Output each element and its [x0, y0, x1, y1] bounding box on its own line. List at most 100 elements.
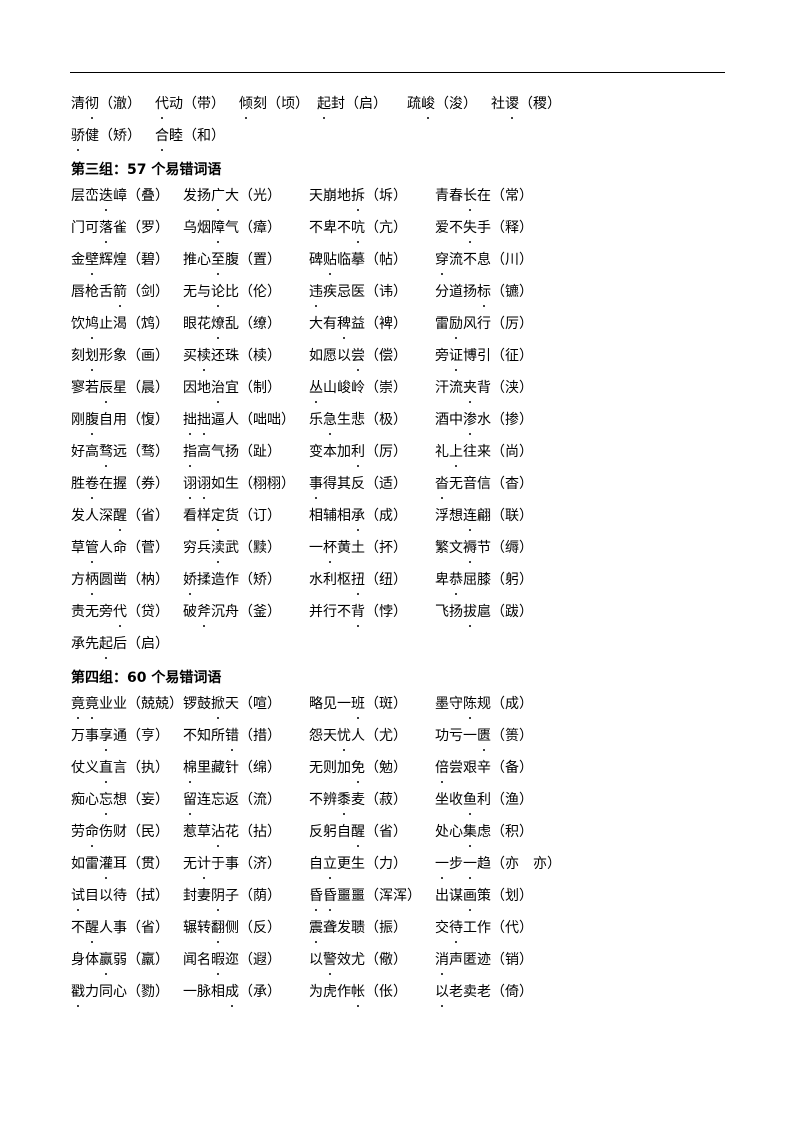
correction: （联） — [491, 508, 533, 524]
wrong-character: 代 — [113, 600, 127, 627]
correction: （尤） — [365, 728, 407, 744]
header-rule — [70, 72, 725, 73]
character: 知 — [197, 728, 211, 744]
word-entry: 乐急生悲（极） — [309, 408, 407, 435]
character: 武 — [225, 540, 239, 556]
correction: （骛） — [127, 444, 169, 460]
correction: （济） — [239, 856, 281, 872]
word: 清彻 — [71, 96, 99, 119]
word-entry: 无计于事（济） — [183, 852, 281, 879]
character: 见 — [323, 696, 337, 712]
word-entry: 一杯黄土（抔） — [309, 536, 407, 563]
character: 草 — [71, 540, 85, 556]
character: 止 — [99, 316, 113, 332]
character: 一 — [183, 984, 197, 1000]
character: 转 — [197, 920, 211, 936]
word: 如愿以尝 — [309, 348, 365, 371]
character: 崩 — [323, 188, 337, 204]
character: 远 — [113, 444, 127, 460]
character: 碑 — [309, 252, 323, 268]
entry-row: 身体赢弱（羸） 闻名暇迩（遐） 以警效尤（儆） 消声匿迹（销） — [71, 948, 731, 980]
continued-entries: 清彻（澈） 代动（带） 倾刻（顷） 起封（启） 疏峻（浚） 社谡（稷） 骄健（矫） 合睦（和） — [71, 92, 731, 156]
wrong-character: 稗 — [337, 312, 351, 339]
correction: （省） — [127, 508, 169, 524]
correction: （伦） — [239, 284, 281, 300]
wrong-character: 迭 — [99, 184, 113, 211]
wrong-character: 娇 — [183, 568, 197, 595]
character: 于 — [211, 856, 225, 872]
character: 高 — [197, 444, 211, 460]
character: 本 — [323, 444, 337, 460]
character: 繁 — [435, 540, 449, 556]
word: 碑贴临摹 — [309, 252, 365, 275]
word: 破斧沉舟 — [183, 604, 239, 627]
character: 腹 — [225, 252, 239, 268]
wrong-character: 上 — [449, 440, 463, 467]
word: 戳力同心 — [71, 984, 127, 1007]
character: 同 — [99, 984, 113, 1000]
wrong-character: 竟 — [71, 692, 85, 719]
word: 沓无音信 — [435, 476, 491, 499]
character: 得 — [323, 476, 337, 492]
word-entry: 闻名暇迩（遐） — [183, 948, 281, 975]
correction: （矫） — [99, 128, 141, 144]
correction: （枘） — [127, 572, 169, 588]
correction: （缭） — [239, 316, 281, 332]
character: 并 — [309, 604, 323, 620]
character: 以 — [337, 348, 351, 364]
group-heading: 第三组：57 个易错词语 — [71, 162, 222, 178]
correction: （渔） — [491, 792, 533, 808]
character: 悲 — [351, 412, 365, 428]
wrong-character: 急 — [323, 408, 337, 435]
word: 层峦迭嶂 — [71, 188, 127, 211]
word: 青春长在 — [435, 188, 491, 211]
wrong-character: 黍 — [337, 788, 351, 815]
character: 花 — [197, 316, 211, 332]
word: 寥若辰星 — [71, 380, 127, 403]
character: 略 — [309, 696, 323, 712]
word-entry: 坐收鱼利（渔） — [435, 788, 533, 815]
character: 文 — [449, 540, 463, 556]
character: 胜 — [71, 476, 85, 492]
character: 气 — [211, 444, 225, 460]
character: 发 — [337, 920, 351, 936]
correction: （杳） — [491, 476, 533, 492]
wrong-character: 吭 — [351, 216, 365, 243]
character: 黄 — [337, 540, 351, 556]
correction: （制） — [239, 380, 281, 396]
character: 刚 — [71, 412, 85, 428]
word: 合睦 — [155, 128, 183, 151]
correction: （绵） — [239, 760, 281, 776]
character: 发 — [183, 188, 197, 204]
entry-row: 劳命伤财（民） 惹草沾花（拈） 反躬自醒（省） 处心集虑（积） — [71, 820, 731, 852]
character: 眼 — [183, 316, 197, 332]
character: 穷 — [183, 540, 197, 556]
wrong-character: 论 — [211, 280, 225, 307]
word-entry: 违疾忌医（讳） — [309, 280, 407, 307]
character: 往 — [463, 444, 477, 460]
character: 样 — [197, 508, 211, 524]
character: 健 — [85, 128, 99, 144]
correction: （省） — [365, 824, 407, 840]
character: 逼 — [211, 412, 225, 428]
word-entry: 大有稗益（裨） — [309, 312, 407, 339]
character: 卑 — [435, 572, 449, 588]
character: 效 — [337, 952, 351, 968]
character: 业 — [113, 696, 127, 712]
word: 功亏一匮 — [435, 728, 491, 751]
character: 不 — [337, 220, 351, 236]
wrong-character: 夹 — [463, 376, 477, 403]
word-entry: 骄健（矫） — [71, 124, 141, 151]
character: 人 — [99, 540, 113, 556]
character: 不 — [309, 220, 323, 236]
character: 忘 — [211, 792, 225, 808]
word-entry: 发人深醒（省） — [71, 504, 169, 531]
correction: （偿） — [365, 348, 407, 364]
wrong-character: 渗 — [463, 408, 477, 435]
word: 劳命伤财 — [71, 824, 127, 847]
character: 收 — [449, 792, 463, 808]
correction: （亦 亦） — [491, 856, 561, 872]
word: 闻名暇迩 — [183, 952, 239, 975]
wrong-character: 箭 — [113, 280, 127, 307]
character: 在 — [99, 476, 113, 492]
